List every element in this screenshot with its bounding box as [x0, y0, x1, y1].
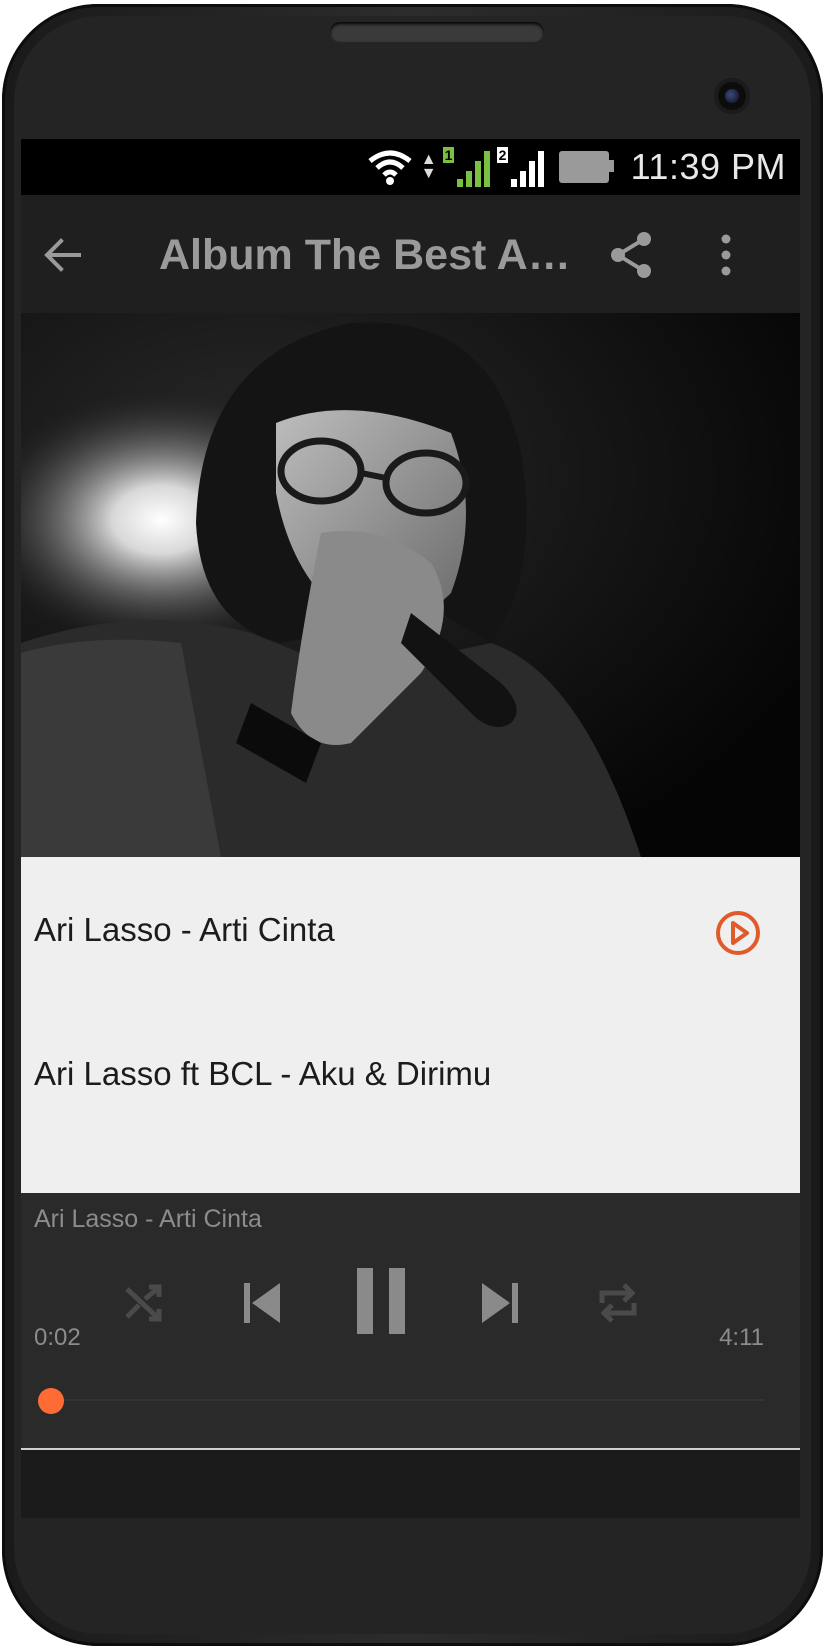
album-artwork: [21, 313, 800, 857]
wifi-icon: [368, 150, 412, 185]
seek-bar-thumb[interactable]: [38, 1388, 64, 1414]
skip-next-icon: [482, 1283, 518, 1323]
share-icon: [611, 232, 651, 278]
status-time: 11:39 PM: [630, 146, 786, 187]
track-list: Ari Lasso - Arti Cinta Ari Lasso ft BCL …: [21, 857, 800, 1193]
play-track-button[interactable]: [714, 909, 762, 957]
page-title: Album The Best Ari…: [159, 231, 579, 279]
battery-icon: [558, 151, 614, 183]
track-title: Ari Lasso - Arti Cinta: [34, 911, 335, 948]
app-screen: ▲ ▼ 1 2 11:39 PM Album The Best Ari… Ari…: [21, 139, 800, 1518]
back-button[interactable]: [37, 229, 89, 281]
more-vert-icon: [721, 234, 731, 276]
signal-sim2-icon: 2: [496, 147, 545, 187]
play-circle-icon: [716, 911, 760, 955]
repeat-icon: [599, 1283, 637, 1323]
list-item[interactable]: Ari Lasso - Arti Cinta: [21, 857, 800, 1007]
previous-button[interactable]: [235, 1277, 289, 1329]
bottom-area: [21, 1450, 800, 1518]
status-icons: ▲ ▼ 1 2 11:39 PM: [367, 145, 786, 189]
arrow-back-icon: [44, 238, 81, 272]
share-button[interactable]: [606, 229, 658, 281]
status-bar: ▲ ▼ 1 2 11:39 PM: [21, 139, 800, 195]
front-camera: [714, 78, 750, 114]
total-duration: 4:11: [719, 1324, 764, 1351]
album-photo: [21, 313, 800, 857]
seek-bar[interactable]: [45, 1399, 765, 1401]
now-playing-title: Ari Lasso - Arti Cinta: [34, 1205, 262, 1233]
skip-previous-icon: [244, 1283, 280, 1323]
more-options-button[interactable]: [706, 229, 746, 281]
list-item[interactable]: Ari Lasso ft BCL - Aku & Dirimu: [21, 1007, 800, 1157]
shuffle-icon: [125, 1284, 162, 1322]
pause-button[interactable]: [349, 1263, 413, 1339]
app-bar: Album The Best Ari…: [21, 195, 800, 313]
speaker-grille: [330, 22, 544, 42]
track-title: Ari Lasso ft BCL - Aku & Dirimu: [34, 1055, 492, 1092]
shuffle-button[interactable]: [117, 1277, 169, 1329]
player-panel: Ari Lasso - Arti Cinta 0:02 4:11: [21, 1193, 800, 1448]
pause-icon: [357, 1268, 405, 1334]
repeat-button[interactable]: [591, 1277, 645, 1329]
elapsed-time: 0:02: [34, 1324, 81, 1351]
next-button[interactable]: [473, 1277, 527, 1329]
data-activity-icon: ▲ ▼: [420, 151, 437, 182]
signal-sim1-icon: 1: [442, 147, 491, 187]
